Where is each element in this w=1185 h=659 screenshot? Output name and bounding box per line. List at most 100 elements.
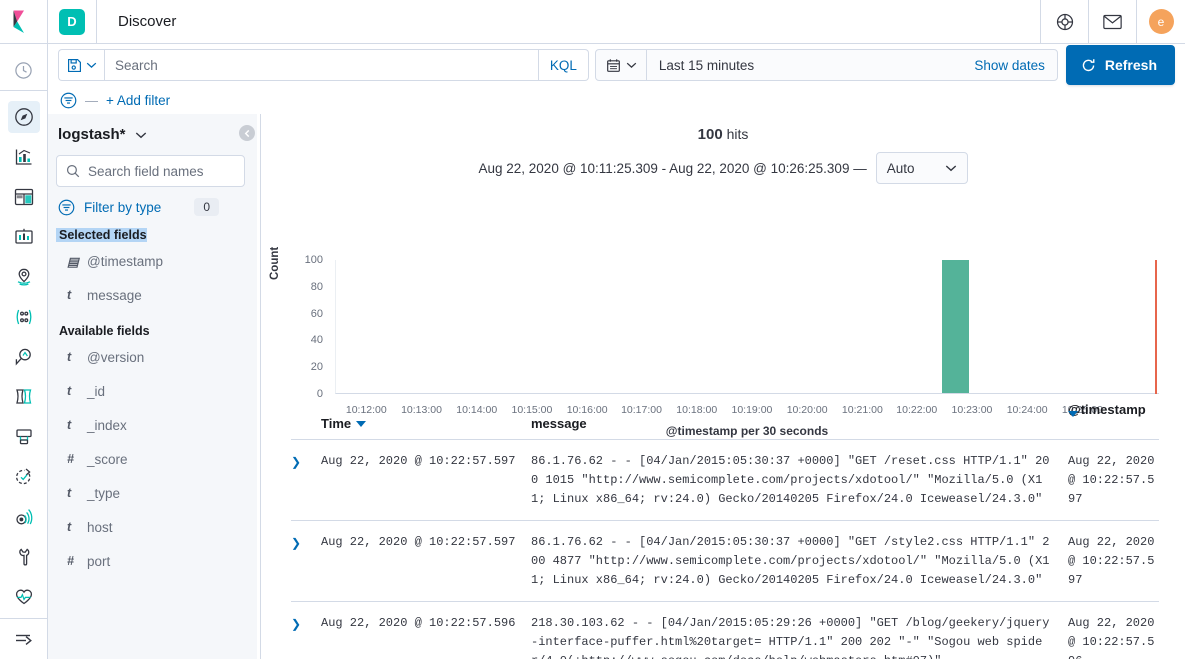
field-type-icon-string: t [67,520,72,534]
sidebar-item-metrics[interactable] [0,417,48,457]
sidebar-item-visualize[interactable] [0,137,48,177]
y-tick: 60 [310,307,323,320]
table-row[interactable]: ❯ Aug 22, 2020 @ 10:22:57.596 218.30.103… [291,602,1159,659]
sidebar-item-uptime[interactable] [0,457,48,497]
dashboard-icon [14,188,33,206]
field-type-icon-string: t [67,384,72,398]
filter-by-type-button[interactable]: Filter by type 0 [56,198,245,216]
documents-table: Time message @timestamp ❯ Aug 22, 2020 @… [261,402,1185,659]
field-item-host[interactable]: t host [56,510,245,544]
field-item-port[interactable]: # port [56,544,245,578]
cell-timestamp: Aug 22, 2020 @ 10:22:57.596 [1068,616,1155,659]
index-pattern-selector[interactable]: logstash* [56,126,245,143]
sort-down-icon[interactable] [1068,411,1078,432]
column-header-time[interactable]: Time [321,416,531,431]
sidebar-item-stack-monitoring[interactable] [0,577,48,617]
histogram-chart[interactable]: Count 100 80 60 40 20 0 10:12:00 10:13:0… [261,192,1185,438]
field-type-icon-string: t [67,486,72,500]
date-picker: Last 15 minutes Show dates [594,49,1058,81]
field-item-version[interactable]: t @version [56,340,245,374]
field-item-score[interactable]: # _score [56,442,245,476]
search-input-placeholder: Search [115,57,158,73]
field-name: host [87,519,113,535]
date-range-text[interactable]: Last 15 minutes [647,58,974,73]
uptime-icon [15,468,31,485]
sidebar-item-discover[interactable] [0,97,48,137]
expand-row-button[interactable]: ❯ [291,452,321,509]
sidebar-item-dev-tools[interactable] [0,537,48,577]
collapse-sidebar-button[interactable] [239,125,255,141]
date-quick-select-button[interactable] [596,50,647,80]
add-filter-button[interactable]: + Add filter [106,93,170,108]
sidebar-item-maps[interactable] [0,257,48,297]
sidebar-item-infrastructure[interactable] [0,337,48,377]
sidebar-item-recently-viewed[interactable] [0,50,48,90]
nav-bottom-group [0,618,47,659]
refresh-button[interactable]: Refresh [1065,45,1175,85]
collapse-nav-button[interactable] [0,619,48,659]
field-item-id[interactable]: t _id [56,374,245,408]
y-tick: 20 [310,361,323,374]
field-item-type[interactable]: t _type [56,476,245,510]
field-item-index[interactable]: t _index [56,408,245,442]
field-item-message[interactable]: t message [56,278,245,312]
interval-select[interactable]: Auto [875,152,968,184]
available-fields-section: Available fields t @version t _id t _ind… [56,312,245,578]
chart-y-axis-label: Count [269,246,281,280]
magnifier-icon [15,348,31,366]
expand-row-button[interactable]: ❯ [291,614,321,659]
sidebar-item-machine-learning[interactable] [0,297,48,337]
filter-type-count-badge: 0 [194,198,219,216]
column-header-timestamp-label: @timestamp [1068,402,1146,417]
cell-message: 86.1.76.62 - - [04/Jan/2015:05:30:37 +00… [531,535,1050,587]
filter-icon[interactable] [60,92,77,109]
cell-message: 218.30.103.62 - - [04/Jan/2015:05:29:26 … [531,616,1050,659]
sidebar-item-apm[interactable] [0,497,48,537]
sort-down-icon[interactable] [356,420,367,427]
avatar-cell[interactable]: e [1136,0,1185,43]
canvas-icon [14,228,33,244]
interval-value: Auto [886,160,915,176]
query-language-button[interactable]: KQL [538,49,589,81]
cell-time: Aug 22, 2020 @ 10:22:57.597 [321,535,516,549]
chart-plot-area[interactable] [335,260,1159,394]
mail-icon[interactable] [1088,0,1136,43]
refresh-label: Refresh [1104,57,1157,73]
saved-query-button[interactable] [58,49,104,81]
search-input[interactable]: Search [104,49,539,81]
help-icon[interactable] [1040,0,1088,43]
graph-nodes-icon [16,309,31,325]
field-name: _score [87,451,128,467]
column-header-message[interactable]: message [531,416,1068,431]
show-dates-button[interactable]: Show dates [974,58,1057,73]
chevron-right-icon: ❯ [291,536,302,550]
sidebar-item-logs[interactable] [0,377,48,417]
refresh-icon [1082,58,1095,71]
sidebar-item-canvas[interactable] [0,217,48,257]
avatar: e [1148,9,1174,34]
table-header-row: Time message @timestamp [291,402,1159,440]
cell-time: Aug 22, 2020 @ 10:22:57.596 [321,616,516,630]
metrics-icon [15,429,32,445]
chevron-left-icon [244,129,249,137]
logs-icon [15,389,31,404]
elastic-logo[interactable] [0,0,48,43]
time-range-text: Aug 22, 2020 @ 10:11:25.309 - Aug 22, 20… [478,160,867,176]
column-header-timestamp[interactable]: @timestamp [1068,402,1159,432]
table-row[interactable]: ❯ Aug 22, 2020 @ 10:22:57.597 86.1.76.62… [291,521,1159,602]
chart-icon [15,149,31,165]
arrow-right-icon [15,634,32,645]
field-search-input[interactable]: Search field names [56,155,245,187]
app-badge-cell[interactable]: D [48,0,97,43]
filter-by-type-label: Filter by type [84,199,162,215]
expand-row-button[interactable]: ❯ [291,533,321,590]
table-row[interactable]: ❯ Aug 22, 2020 @ 10:22:57.597 86.1.76.62… [291,440,1159,521]
sidebar-item-dashboard[interactable] [0,177,48,217]
histogram-bar[interactable] [941,260,970,393]
y-tick: 0 [316,388,323,400]
field-item-timestamp[interactable]: ▤ @timestamp [56,244,245,278]
chevron-right-icon: ❯ [291,455,302,469]
chart-header: 100 hits Aug 22, 2020 @ 10:11:25.309 - A… [261,114,1185,184]
discover-main-panel: 100 hits Aug 22, 2020 @ 10:11:25.309 - A… [260,114,1185,659]
selected-fields-title: Selected fields [56,228,147,242]
